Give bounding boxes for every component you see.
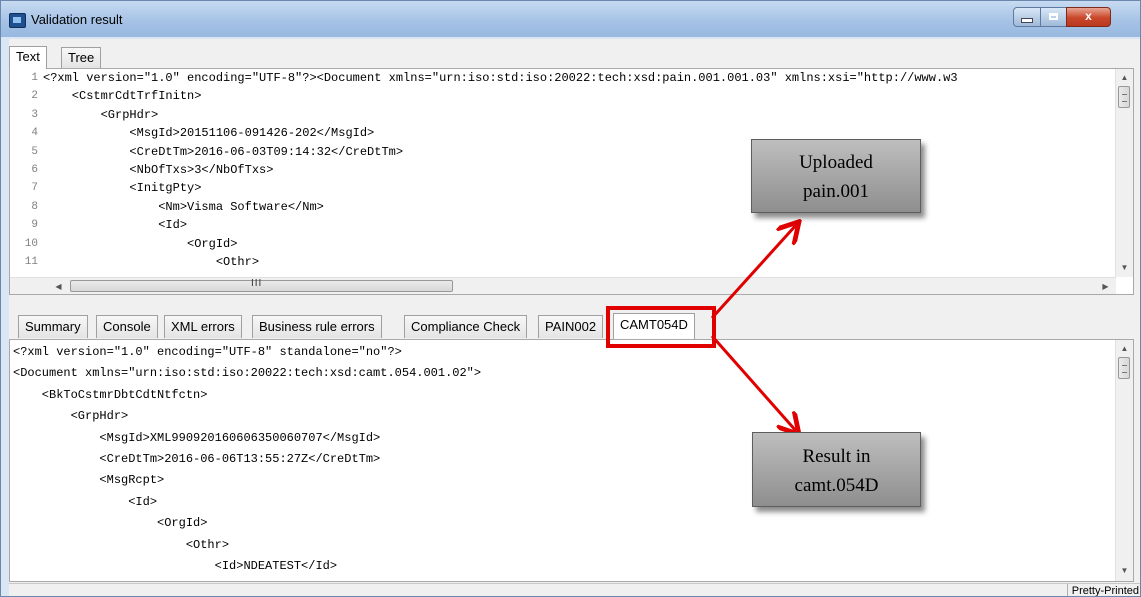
arrow-to-camt054d (710, 335, 797, 432)
callout-line: camt.054D (794, 475, 879, 496)
annotation-arrows (710, 0, 1141, 597)
tab-text[interactable]: Text (9, 46, 47, 69)
callout-line: Uploaded (799, 152, 873, 173)
tab-camt054d[interactable]: CAMT054D (613, 313, 695, 339)
callout-line: Result in (802, 446, 871, 467)
arrow-to-pain001 (710, 224, 797, 320)
callout-uploaded-pain001: Uploaded pain.001 (751, 139, 921, 213)
callout-line: pain.001 (803, 181, 869, 202)
callout-result-camt054d: Result in camt.054D (752, 432, 921, 507)
